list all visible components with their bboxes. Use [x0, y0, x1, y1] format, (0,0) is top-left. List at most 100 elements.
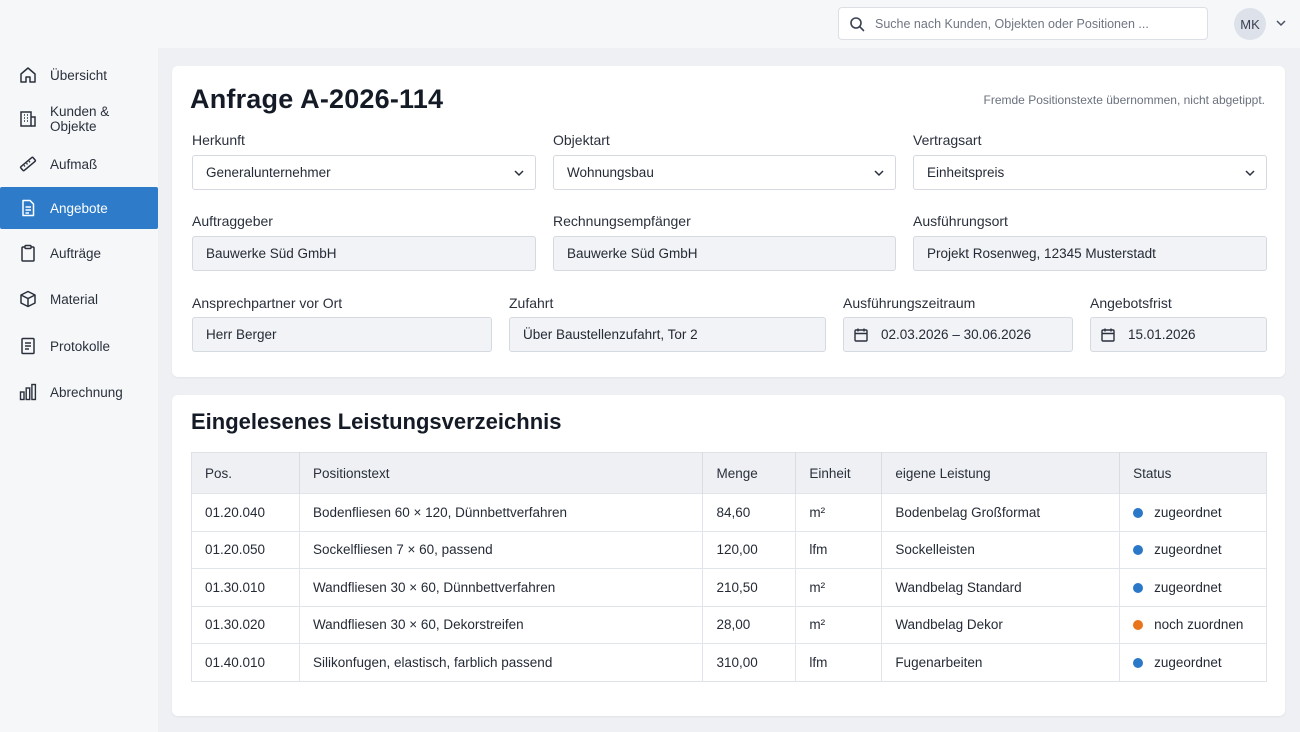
cell-status: zugeordnet	[1119, 643, 1267, 681]
status-dot	[1133, 507, 1144, 518]
avatar-initials: MK	[1240, 16, 1260, 32]
sidebar-item-material[interactable]: Material	[0, 278, 158, 320]
sidebar-item-kunden-objekte[interactable]: Kunden & Objekte	[0, 98, 158, 140]
cell-einheit: m²	[795, 568, 883, 606]
status-text: zugeordnet	[1154, 504, 1222, 520]
zeitraum-field[interactable]: 02.03.2026 – 30.06.2026	[843, 317, 1073, 352]
zeitraum-label: Ausführungszeitraum	[843, 295, 976, 311]
chevron-down-icon	[1245, 170, 1255, 177]
cell-menge: 310,00	[702, 643, 797, 681]
sidebar-item-auftraege[interactable]: Aufträge	[0, 232, 158, 274]
cell-einheit: m²	[795, 605, 883, 644]
clipboard-icon	[21, 244, 35, 262]
zufahrt-label: Zufahrt	[509, 295, 554, 311]
cell-positionstext: Wandfliesen 30 × 60, Dekorstreifen	[299, 605, 704, 644]
chevron-down-icon	[514, 170, 524, 177]
cell-status: zugeordnet	[1119, 493, 1267, 531]
column-header-pos[interactable]: Pos.	[191, 452, 300, 494]
zufahrt-field[interactable]: Über Baustellenzufahrt, Tor 2	[509, 317, 826, 352]
status-text: noch zuordnen	[1154, 617, 1244, 633]
vertragsart-value: Einheitspreis	[927, 165, 1005, 180]
top-bar: MK	[0, 0, 1300, 48]
cell-menge: 84,60	[702, 493, 797, 531]
sidebar-item-protokolle[interactable]: Protokolle	[0, 325, 158, 367]
rechnungsempfaenger-label: Rechnungsempfänger	[553, 213, 691, 229]
page-title: Anfrage A-2026-114	[190, 84, 444, 114]
cell-menge: 210,50	[702, 568, 797, 606]
frist-label: Angebotsfrist	[1090, 295, 1172, 311]
table-row[interactable]: 01.30.010 Wandfliesen 30 × 60, Dünnbettv…	[191, 568, 1267, 606]
table-row[interactable]: 01.20.050 Sockelfliesen 7 × 60, passend …	[191, 530, 1267, 569]
sidebar-item-label: Kunden & Objekte	[50, 104, 110, 134]
status-text: zugeordnet	[1154, 654, 1222, 670]
objektart-label: Objektart	[553, 132, 610, 148]
table-row[interactable]: 01.30.020 Wandfliesen 30 × 60, Dekorstre…	[191, 605, 1267, 644]
cell-positionstext: Bodenfliesen 60 × 120, Dünnbettverfahren	[299, 493, 704, 531]
section-title: Eingelesenes Leistungsverzeichnis	[191, 409, 562, 434]
column-header-eigene-leistung[interactable]: eigene Leistung	[881, 452, 1121, 494]
ausfuehrungsort-label: Ausführungsort	[913, 213, 1008, 229]
status-dot	[1133, 657, 1144, 668]
bar-chart-icon	[19, 383, 37, 401]
herkunft-value: Generalunternehmer	[206, 165, 331, 180]
objektart-select[interactable]: Wohnungsbau	[553, 155, 896, 190]
auftraggeber-field[interactable]: Bauwerke Süd GmbH	[192, 236, 536, 271]
herkunft-select[interactable]: Generalunternehmer	[192, 155, 536, 190]
column-header-positionstext[interactable]: Positionstext	[299, 452, 704, 494]
ausfuehrungsort-field[interactable]: Projekt Rosenweg, 12345 Musterstadt	[913, 236, 1267, 271]
lv-card: Eingelesenes Leistungsverzeichnis Pos. P…	[172, 395, 1285, 716]
frist-field[interactable]: 15.01.2026	[1090, 317, 1267, 352]
search-input[interactable]	[875, 16, 1195, 31]
cell-einheit: lfm	[795, 643, 883, 681]
calendar-icon	[1101, 328, 1115, 342]
cell-eigene-leistung: Sockelleisten	[881, 530, 1121, 569]
column-header-einheit[interactable]: Einheit	[795, 452, 883, 494]
sidebar-item-aufmass[interactable]: Aufmaß	[0, 143, 158, 185]
vertragsart-label: Vertragsart	[913, 132, 982, 148]
ruler-icon	[19, 156, 37, 172]
sidebar-item-abrechnung[interactable]: Abrechnung	[0, 371, 158, 413]
herkunft-label: Herkunft	[192, 132, 245, 148]
ansprechpartner-label: Ansprechpartner vor Ort	[192, 295, 343, 311]
sidebar-item-uebersicht[interactable]: Übersicht	[0, 54, 158, 96]
column-header-status[interactable]: Status	[1119, 452, 1267, 494]
status-dot	[1133, 620, 1144, 631]
table-row[interactable]: 01.40.010 Silikonfugen, elastisch, farbl…	[191, 643, 1267, 681]
cell-menge: 28,00	[702, 605, 797, 644]
chevron-down-icon	[874, 170, 884, 177]
cell-eigene-leistung: Wandbelag Standard	[881, 568, 1121, 606]
search-box[interactable]	[838, 7, 1208, 40]
status-text: zugeordnet	[1154, 579, 1222, 595]
cell-pos: 01.20.050	[191, 530, 300, 569]
sidebar-item-label: Protokolle	[50, 338, 111, 354]
cell-pos: 01.30.020	[191, 605, 300, 644]
vertragsart-select[interactable]: Einheitspreis	[913, 155, 1267, 190]
document-icon	[22, 199, 35, 217]
table-header-row: Pos. Positionstext Menge Einheit eigene …	[191, 452, 1267, 494]
chevron-down-icon[interactable]	[1275, 17, 1287, 29]
page-note: Fremde Positionstexte übernommen, nicht …	[983, 93, 1265, 107]
rechnungsempfaenger-field[interactable]: Bauwerke Süd GmbH	[553, 236, 896, 271]
avatar[interactable]: MK	[1234, 8, 1266, 40]
sidebar-item-label: Übersicht	[50, 67, 108, 83]
sidebar-item-angebote[interactable]: Angebote	[0, 187, 158, 229]
column-header-menge[interactable]: Menge	[702, 452, 797, 494]
status-dot	[1133, 582, 1144, 593]
calendar-icon	[854, 328, 868, 342]
zufahrt-value: Über Baustellenzufahrt, Tor 2	[523, 327, 698, 342]
cell-einheit: m²	[795, 493, 883, 531]
box-icon	[20, 290, 36, 308]
status-dot	[1133, 545, 1144, 556]
auftraggeber-value: Bauwerke Süd GmbH	[206, 246, 337, 261]
cell-pos: 01.30.010	[191, 568, 300, 606]
cell-status: noch zuordnen	[1119, 605, 1267, 644]
objektart-value: Wohnungsbau	[567, 165, 654, 180]
status-text: zugeordnet	[1154, 542, 1222, 558]
cell-einheit: lfm	[795, 530, 883, 569]
lv-table: Pos. Positionstext Menge Einheit eigene …	[191, 452, 1267, 682]
sidebar-item-label: Aufmaß	[50, 156, 98, 172]
table-row[interactable]: 01.20.040 Bodenfliesen 60 × 120, Dünnbet…	[191, 493, 1267, 531]
frist-value: 15.01.2026	[1128, 327, 1196, 342]
sidebar-item-label: Material	[50, 291, 99, 307]
ansprechpartner-field[interactable]: Herr Berger	[192, 317, 492, 352]
